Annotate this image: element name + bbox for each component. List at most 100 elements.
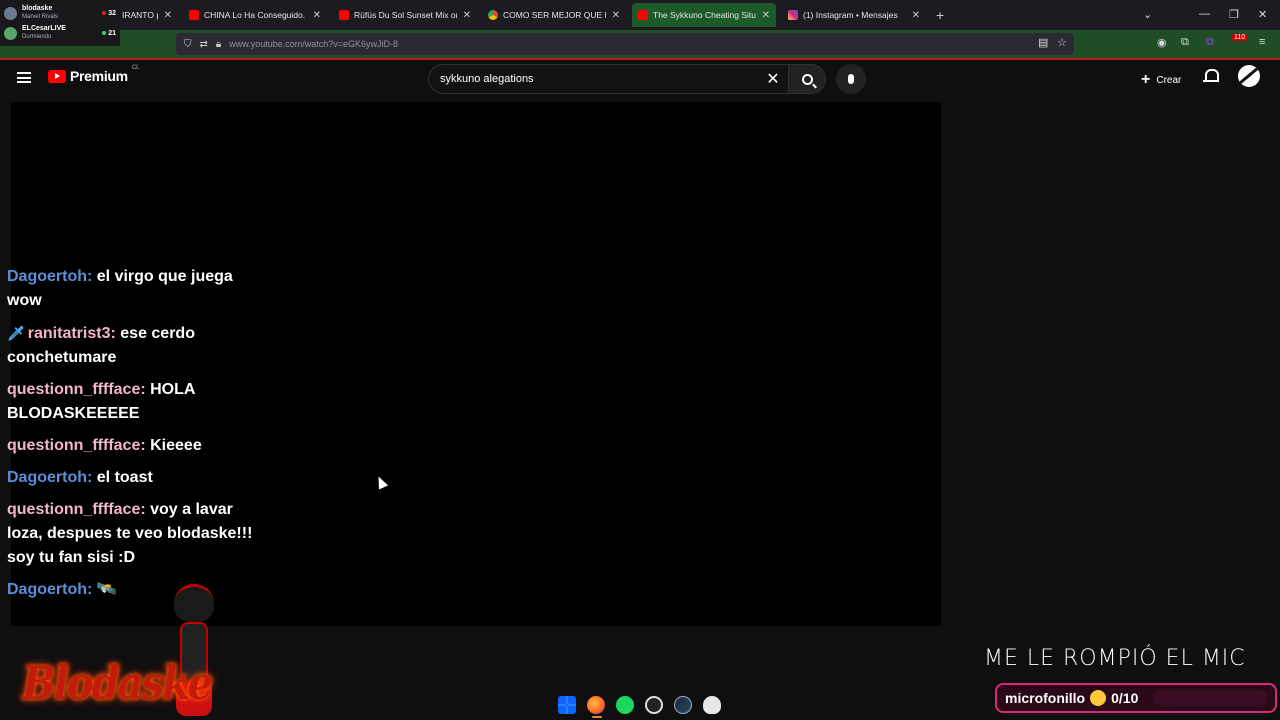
search-button[interactable] [788,64,826,94]
close-tab-icon[interactable]: ✕ [313,10,321,21]
close-tab-icon[interactable]: ✕ [612,10,620,21]
tab-title: CHINA Lo Ha Conseguido. - Yo [204,10,307,20]
followed-channel[interactable]: ELCesarLIVE Durmiendo 21 [4,23,116,43]
live-dot-icon [102,31,107,35]
chat-username: questionn_fffface: [7,501,146,518]
create-button[interactable]: + Crear [1135,66,1187,94]
brand-label: Premium [70,68,128,84]
tab-title: (1) Instagram • Mensajes [803,10,898,20]
address-bar[interactable]: ⛉ ⇄ 🔒︎ www.youtube.com/watch?v=eGK6ywJiD… [176,33,1074,55]
voice-search-button[interactable] [836,64,866,94]
extensions-icon[interactable]: ⧉ [1181,36,1189,49]
stream-chat-overlay: Dagoertoh: el virgo que juega wow 🗡 ranit… [7,265,257,610]
counter-label: microfonillo [1005,690,1086,706]
hamburger-menu-icon[interactable] [17,72,31,83]
search-icon [801,73,813,85]
counter-progress-bar [1153,690,1267,706]
instagram-favicon-icon [788,10,798,20]
restore-icon[interactable]: ❐ [1229,8,1239,21]
chat-message: 🗡 ranitatrist3: ese cerdo conchetumare [7,321,257,370]
chat-username: Dagoertoh: [7,469,93,486]
tab-title: IRANTO po [122,10,158,20]
channel-status: Durmiendo [22,34,52,40]
url-text: www.youtube.com/watch?v=eGK6ywJiD-8 [229,39,399,49]
channel-avatar [4,26,17,40]
chat-text: Kieeee [150,437,202,454]
minimize-icon[interactable]: — [1199,8,1210,20]
lock-icon[interactable]: 🔒︎ [216,39,221,50]
search-input[interactable] [440,73,758,85]
chat-emote: 🛰️ [96,581,117,598]
browser-tab[interactable]: Rüfüs Du Sol Sunset Mix on the ✕ [333,3,477,27]
browser-nav-bar: ⛉ ⇄ 🔒︎ www.youtube.com/watch?v=eGK6ywJiD… [0,30,1280,58]
close-window-icon[interactable]: ✕ [1258,8,1267,21]
close-tab-icon[interactable]: ✕ [912,10,920,21]
twitch-extension-icon[interactable]: ⧉ [1206,36,1214,49]
counter-value: 0/10 [1111,690,1139,706]
account-icon[interactable]: ◉ [1157,36,1167,49]
chat-username: Dagoertoh: [7,581,93,598]
mic-banner-text: ME LE ROMPIÓ EL MIC [984,646,1246,671]
followed-channels-overlay: blodaske Marvel Rivals 32 ELCesarLIVE Du… [0,0,120,46]
tab-list-chevron-icon[interactable]: ⌄ [1143,8,1152,21]
close-tab-icon[interactable]: ✕ [762,10,770,21]
clear-search-icon[interactable]: ✕ [758,69,788,89]
followed-channel[interactable]: blodaske Marvel Rivals 32 [4,3,116,23]
obs-icon[interactable] [645,696,663,714]
taskbar-active-indicator [592,716,602,718]
live-dot-icon [102,11,107,15]
streamer-logo: Blodaske [22,656,213,711]
menu-icon[interactable]: ≡ [1259,36,1265,48]
create-label: Crear [1156,74,1182,86]
tab-title: The Sykkuno Cheating Situatio [653,10,756,20]
browser-tab[interactable]: IRANTO po ✕ [116,3,178,27]
site-permissions-icon[interactable]: ⇄ [200,39,208,50]
tab-title: COMO SER MEJOR QUE NETAN [503,10,606,20]
chat-username: Dagoertoh: [7,268,93,285]
new-tab-icon[interactable]: + [936,7,944,23]
steam-icon[interactable] [674,696,692,714]
youtube-favicon-icon [638,10,648,20]
browser-tab[interactable]: CHINA Lo Ha Conseguido. - Yo ✕ [183,3,327,27]
sword-badge-icon: 🗡 [7,325,25,341]
os-taskbar [548,690,728,720]
region-code: CL [131,65,140,71]
surprised-face-icon [1090,690,1107,706]
youtube-favicon-icon [339,10,349,20]
browser-tab[interactable]: COMO SER MEJOR QUE NETAN ✕ [482,3,626,27]
spotify-icon[interactable] [616,696,634,714]
user-avatar[interactable] [1238,65,1260,87]
close-tab-icon[interactable]: ✕ [463,10,471,21]
chat-message: questionn_fffface: voy a lavar loza, des… [7,498,257,570]
mic-counter-widget: microfonillo 0/10 [995,683,1277,713]
browser-tab[interactable]: (1) Instagram • Mensajes ✕ [782,3,926,27]
youtube-header: Premium CL ✕ + Crear [0,60,1280,100]
firefox-icon[interactable] [587,696,605,714]
skull-app-icon[interactable] [703,696,721,714]
shield-icon[interactable]: ⛉ [184,39,192,50]
chat-message: questionn_fffface: HOLA BLODASKEEEEE [7,378,257,426]
browser-tab-active[interactable]: The Sykkuno Cheating Situatio ✕ [632,3,776,27]
tab-title: Rüfüs Du Sol Sunset Mix on the [354,10,457,20]
notifications-bell-icon[interactable] [1203,69,1219,84]
chat-username: questionn_fffface: [7,381,146,398]
close-tab-icon[interactable]: ✕ [164,10,172,21]
viewer-count: 32 [108,9,116,17]
youtube-play-icon [48,69,66,83]
chrome-favicon-icon [488,10,498,20]
extension-badge[interactable]: 110 [1232,34,1248,41]
youtube-favicon-icon [189,10,199,20]
chat-username: questionn_fffface: [7,437,146,454]
channel-status: Marvel Rivals [22,14,59,20]
browser-tab-bar: blodaske Marvel Rivals 32 ELCesarLIVE Du… [0,0,1280,46]
bookmark-star-icon[interactable]: ☆ [1057,36,1067,49]
windows-start-icon[interactable] [558,696,576,714]
chat-text: el toast [96,469,153,486]
reader-view-icon[interactable]: ▤ [1038,36,1048,49]
channel-avatar [4,6,17,20]
youtube-logo[interactable]: Premium CL [48,65,139,84]
search-box[interactable]: ✕ [428,64,788,94]
chat-message: Dagoertoh: el toast [7,466,257,490]
channel-name: ELCesarLIVE [22,25,66,32]
microphone-icon [848,74,854,84]
